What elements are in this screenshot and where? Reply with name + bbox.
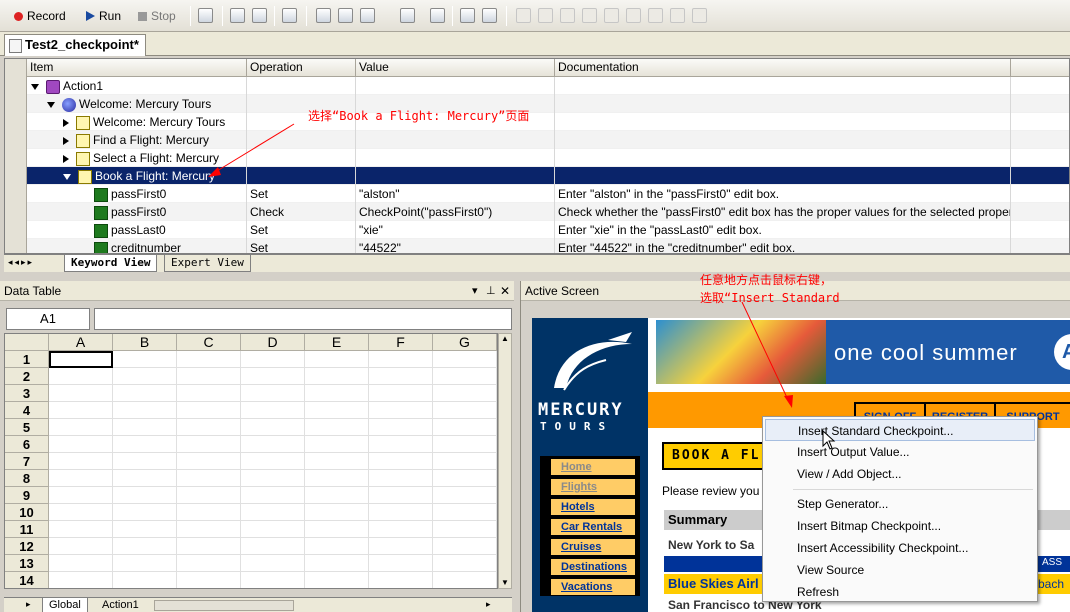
menu-insert-bitmap-checkpoint[interactable]: Insert Bitmap Checkpoint... bbox=[765, 515, 1035, 537]
menu-insert-accessibility-checkpoint[interactable]: Insert Accessibility Checkpoint... bbox=[765, 537, 1035, 559]
menu-insert-output-value[interactable]: Insert Output Value... bbox=[765, 441, 1035, 463]
menu-refresh[interactable]: Refresh bbox=[765, 581, 1035, 603]
menu-view-add-object[interactable]: View / Add Object... bbox=[765, 463, 1035, 485]
menu-insert-standard-checkpoint[interactable]: Insert Standard Checkpoint... bbox=[765, 419, 1035, 441]
menu-separator bbox=[793, 489, 1033, 490]
arrow-to-page bbox=[741, 301, 791, 405]
menu-view-source[interactable]: View Source bbox=[765, 559, 1035, 581]
arrow-head-page bbox=[784, 395, 793, 408]
arrow-to-book-row bbox=[211, 123, 295, 175]
context-menu: Insert Standard Checkpoint... Insert Out… bbox=[762, 416, 1038, 602]
mouse-cursor-icon bbox=[822, 430, 836, 450]
menu-step-generator[interactable]: Step Generator... bbox=[765, 493, 1035, 515]
arrow-head-book-row bbox=[208, 167, 221, 177]
